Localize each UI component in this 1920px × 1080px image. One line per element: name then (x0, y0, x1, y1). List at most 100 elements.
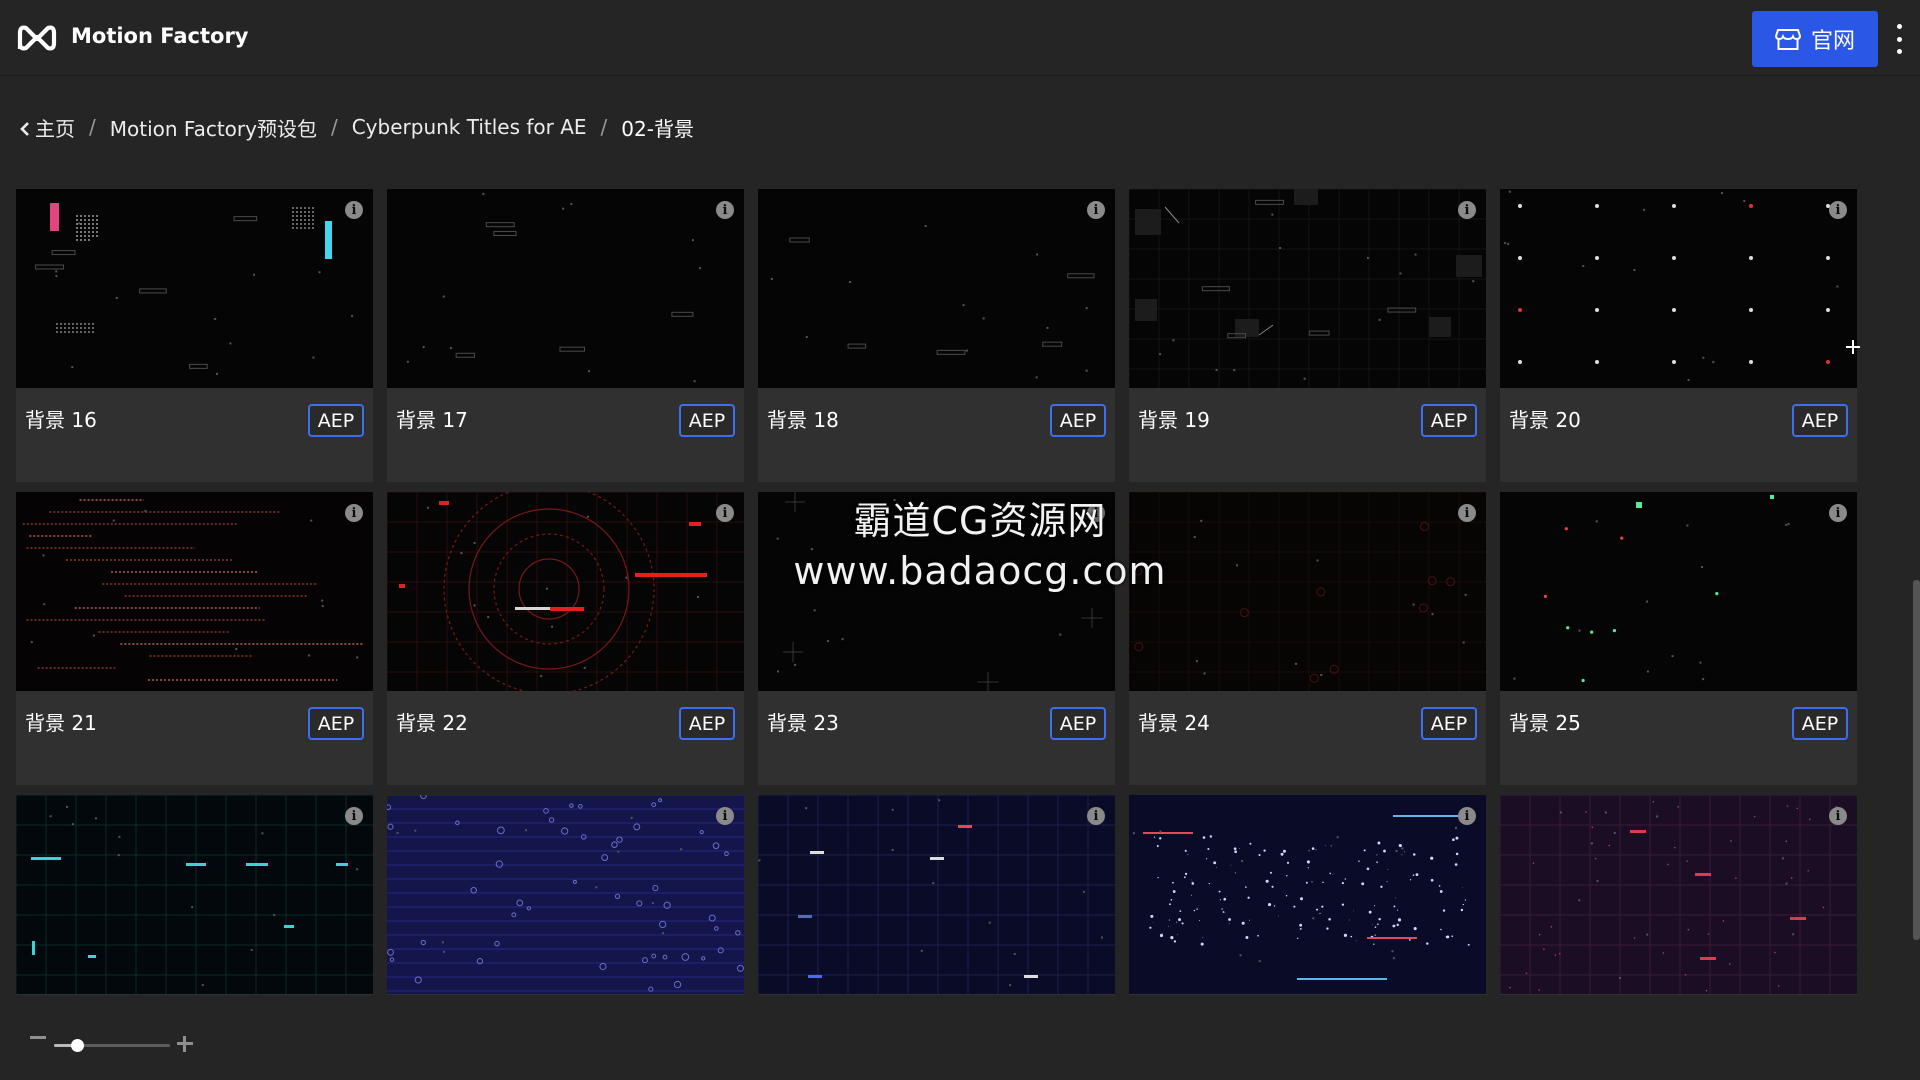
asset-card[interactable]: i 背景 22 AEP (387, 492, 744, 785)
asset-title: 背景 24 (1138, 711, 1210, 735)
aep-badge: AEP (1792, 707, 1848, 740)
info-icon[interactable]: i (345, 504, 363, 522)
thumbnail-preview (758, 492, 1115, 691)
thumbnail-preview (758, 189, 1115, 388)
info-icon[interactable]: i (1087, 504, 1105, 522)
asset-thumbnail[interactable]: i (387, 492, 744, 691)
thumbnail-preview (387, 795, 744, 994)
aep-badge: AEP (1050, 404, 1106, 437)
aep-badge: AEP (308, 707, 364, 740)
asset-thumbnail[interactable]: i (387, 795, 744, 994)
thumbnail-preview (16, 189, 373, 388)
asset-thumbnail[interactable]: i (758, 795, 1115, 994)
breadcrumb-separator: / (600, 115, 608, 139)
aep-badge: AEP (1792, 404, 1848, 437)
info-icon[interactable]: i (345, 807, 363, 825)
zoom-in-icon[interactable] (177, 1036, 193, 1052)
info-icon[interactable]: i (1458, 807, 1476, 825)
asset-title: 背景 23 (767, 711, 839, 735)
thumbnail-preview (16, 492, 373, 691)
asset-card[interactable]: i 背景 25 AEP (1500, 492, 1857, 785)
asset-title: 背景 18 (767, 408, 839, 432)
asset-thumbnail[interactable]: i (1129, 492, 1486, 691)
thumbnail-preview (1129, 492, 1486, 691)
info-icon[interactable]: i (1087, 201, 1105, 219)
thumbnail-preview (758, 795, 1115, 994)
info-icon[interactable]: i (1458, 201, 1476, 219)
asset-card[interactable]: i 背景 17 AEP (387, 189, 744, 482)
thumbnail-preview (16, 795, 373, 994)
breadcrumb-separator: / (330, 115, 338, 139)
asset-title: 背景 21 (25, 711, 97, 735)
asset-thumbnail[interactable]: i (758, 189, 1115, 388)
asset-card[interactable]: i (758, 795, 1115, 995)
asset-card[interactable]: i 背景 20 AEP (1500, 189, 1857, 482)
app-title: Motion Factory (71, 24, 249, 48)
thumbnail-preview (387, 189, 744, 388)
thumbnail-preview (1500, 492, 1857, 691)
asset-thumbnail[interactable]: i (387, 189, 744, 388)
asset-card[interactable]: i 背景 18 AEP (758, 189, 1115, 482)
app-header: Motion Factory 官网 (0, 0, 1920, 76)
asset-thumbnail[interactable]: i (1500, 189, 1857, 388)
asset-card[interactable]: i 背景 16 AEP (16, 189, 373, 482)
bottom-bar (0, 996, 1920, 1080)
breadcrumb-current: 02-背景 (621, 116, 694, 141)
asset-title: 背景 16 (25, 408, 97, 432)
info-icon[interactable]: i (1829, 807, 1847, 825)
asset-thumbnail[interactable]: i (1500, 492, 1857, 691)
asset-title: 背景 20 (1509, 408, 1581, 432)
asset-thumbnail[interactable]: i (758, 492, 1115, 691)
info-icon[interactable]: i (1829, 504, 1847, 522)
asset-card[interactable]: i (1129, 795, 1486, 995)
aep-badge: AEP (679, 404, 735, 437)
asset-title: 背景 19 (1138, 408, 1210, 432)
info-icon[interactable]: i (716, 504, 734, 522)
asset-card[interactable]: i (387, 795, 744, 995)
asset-card[interactable]: i 背景 19 AEP (1129, 189, 1486, 482)
asset-thumbnail[interactable]: i (1129, 795, 1486, 994)
info-icon[interactable]: i (1829, 201, 1847, 219)
breadcrumb: 主页 / Motion Factory预设包 / Cyberpunk Title… (20, 112, 694, 142)
scrollbar-thumb[interactable] (1913, 580, 1920, 940)
asset-thumbnail[interactable]: i (16, 795, 373, 994)
asset-grid: i 背景 16 AEP i 背景 17 AEP i 背景 18 AEP i 背景 19 AEP i 背景 … (16, 189, 1858, 995)
aep-badge: AEP (1050, 707, 1106, 740)
zoom-out-icon[interactable] (30, 1036, 46, 1039)
asset-card[interactable]: i (1500, 795, 1857, 995)
asset-thumbnail[interactable]: i (16, 492, 373, 691)
store-icon (1774, 29, 1801, 50)
info-icon[interactable]: i (1458, 504, 1476, 522)
aep-badge: AEP (1421, 707, 1477, 740)
breadcrumb-home-label: 主页 (35, 116, 75, 141)
info-icon[interactable]: i (1087, 807, 1105, 825)
asset-thumbnail[interactable]: i (1500, 795, 1857, 994)
thumbnail-preview (387, 492, 744, 691)
info-icon[interactable]: i (345, 201, 363, 219)
motion-factory-logo-icon[interactable] (17, 23, 57, 53)
breadcrumb-separator: / (89, 115, 96, 139)
thumbnail-preview (1500, 795, 1857, 994)
asset-thumbnail[interactable]: i (16, 189, 373, 388)
breadcrumb-home[interactable]: 主页 (20, 113, 75, 142)
info-icon[interactable]: i (716, 807, 734, 825)
aep-badge: AEP (1421, 404, 1477, 437)
crosshair-cursor-icon (1846, 340, 1860, 354)
asset-title: 背景 25 (1509, 711, 1581, 735)
more-vertical-icon[interactable] (1890, 24, 1908, 54)
asset-thumbnail[interactable]: i (1129, 189, 1486, 388)
aep-badge: AEP (679, 707, 735, 740)
asset-card[interactable]: i (16, 795, 373, 995)
asset-card[interactable]: i 背景 21 AEP (16, 492, 373, 785)
asset-card[interactable]: i 背景 23 AEP (758, 492, 1115, 785)
asset-card[interactable]: i 背景 24 AEP (1129, 492, 1486, 785)
thumbnail-preview (1129, 189, 1486, 388)
official-site-button[interactable]: 官网 (1752, 11, 1878, 67)
breadcrumb-preset-pack[interactable]: Motion Factory预设包 (110, 113, 317, 142)
asset-title: 背景 17 (396, 408, 468, 432)
asset-title: 背景 22 (396, 711, 468, 735)
official-site-label: 官网 (1810, 29, 1855, 54)
thumbnail-preview (1129, 795, 1486, 994)
info-icon[interactable]: i (716, 201, 734, 219)
breadcrumb-cyberpunk-titles[interactable]: Cyberpunk Titles for AE (352, 115, 587, 139)
